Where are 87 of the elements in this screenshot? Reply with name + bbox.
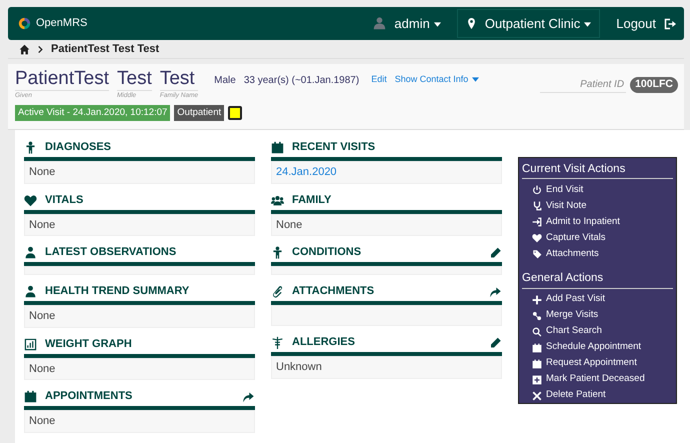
section-title: VITALS xyxy=(45,192,84,208)
edit-icon xyxy=(489,336,502,348)
section-value: None xyxy=(29,415,56,427)
home-icon xyxy=(19,44,30,54)
section-value: None xyxy=(29,310,56,322)
bar-chart-icon xyxy=(24,338,37,350)
share-icon xyxy=(242,390,255,402)
active-visit-badge: Active Visit - 24.Jan.2020, 10:12:07 xyxy=(15,104,170,121)
plus-icon xyxy=(532,294,542,304)
section-title: RECENT VISITS xyxy=(292,140,376,156)
section-title: LATEST OBSERVATIONS xyxy=(45,245,176,260)
power-icon xyxy=(532,185,542,196)
close-icon xyxy=(532,390,542,400)
patient-name: Test xyxy=(117,69,152,88)
edit-link[interactable]: Edit xyxy=(371,73,387,86)
person-icon xyxy=(271,246,284,259)
user-icon xyxy=(24,285,37,298)
action-link[interactable]: End Visit xyxy=(522,182,673,198)
calendar-icon xyxy=(271,141,284,154)
actions-group-title: General Actions xyxy=(522,270,673,288)
section-value: None xyxy=(276,218,302,230)
sticky-note-icon[interactable] xyxy=(228,106,242,120)
section-title: DIAGNOSES xyxy=(45,140,112,156)
section-title: ATTACHMENTS xyxy=(292,284,374,300)
age: 33 year(s) (~01.Jan.1987) xyxy=(244,74,360,88)
enter-icon xyxy=(532,217,542,228)
logout-icon xyxy=(664,18,676,30)
section-title: HEALTH TREND SUMMARY xyxy=(45,284,190,300)
action-link[interactable]: Chart Search xyxy=(522,324,673,340)
caret-icon xyxy=(434,22,441,27)
openmrs-logo[interactable]: OpenMRS xyxy=(17,15,88,32)
user-menu[interactable]: admin xyxy=(394,14,441,34)
logout-link[interactable]: Logout xyxy=(616,14,676,34)
caret-icon xyxy=(472,77,480,82)
action-link[interactable]: Delete Patient xyxy=(522,388,673,404)
section-title: FAMILY xyxy=(292,192,332,208)
action-link[interactable]: Add Past Visit xyxy=(522,292,673,308)
actions-group-title: Current Visit Actions xyxy=(522,161,673,180)
person-icon xyxy=(24,141,37,154)
patient-id: 100LFC xyxy=(630,77,678,93)
stethoscope-icon xyxy=(532,201,542,212)
action-link[interactable]: Attachments xyxy=(522,246,673,262)
share-button[interactable] xyxy=(489,286,502,298)
chevron-right-icon xyxy=(38,46,43,52)
caret-icon xyxy=(584,22,592,27)
share-icon xyxy=(489,286,502,298)
section-title: APPOINTMENTS xyxy=(45,389,132,404)
people-icon xyxy=(271,194,284,206)
section-title: WEIGHT GRAPH xyxy=(45,336,132,352)
calendar-icon xyxy=(532,342,542,352)
edit-button[interactable] xyxy=(489,246,502,258)
patient-id-label: Patient ID xyxy=(540,76,626,93)
paperclip-icon xyxy=(271,285,284,298)
user-icon xyxy=(24,246,37,259)
visit-type-badge: Outpatient xyxy=(174,104,224,121)
share-button[interactable] xyxy=(242,390,255,402)
heart-icon xyxy=(24,194,37,206)
section-title: CONDITIONS xyxy=(292,245,362,260)
section-value: None xyxy=(29,166,56,178)
location-pin-icon xyxy=(466,17,477,30)
action-link[interactable]: Merge Visits xyxy=(522,308,673,324)
action-link[interactable]: Visit Note xyxy=(522,198,673,214)
visit-date-link[interactable]: 24.Jan.2020 xyxy=(276,166,337,178)
section-value: None xyxy=(29,362,56,374)
gender: Male xyxy=(214,74,236,88)
patient-name: PatientTest xyxy=(15,69,109,88)
action-link[interactable]: Admit to Inpatient xyxy=(522,214,673,230)
user-icon xyxy=(373,17,386,30)
show-contact-info-link[interactable]: Show Contact Info xyxy=(394,73,480,86)
heart-icon xyxy=(532,233,542,244)
location-menu[interactable]: Outpatient Clinic xyxy=(456,8,600,38)
action-link[interactable]: Schedule Appointment xyxy=(522,340,673,356)
link-icon xyxy=(532,310,542,320)
calendar-icon xyxy=(532,358,542,368)
action-link[interactable]: Mark Patient Deceased xyxy=(522,372,673,388)
edit-icon xyxy=(489,246,502,258)
edit-button[interactable] xyxy=(489,336,502,348)
section-value: None xyxy=(29,218,56,230)
tag-icon xyxy=(532,249,542,260)
patient-name: Test xyxy=(160,69,196,88)
section-value: Unknown xyxy=(276,361,322,373)
search-icon xyxy=(532,326,542,336)
calendar-icon xyxy=(24,390,37,403)
action-link[interactable]: Capture Vitals xyxy=(522,230,673,246)
section-title: ALLERGIES xyxy=(292,335,355,350)
action-link[interactable]: Request Appointment xyxy=(522,356,673,372)
breadcrumb-item[interactable]: PatientTest Test Test xyxy=(51,40,160,58)
